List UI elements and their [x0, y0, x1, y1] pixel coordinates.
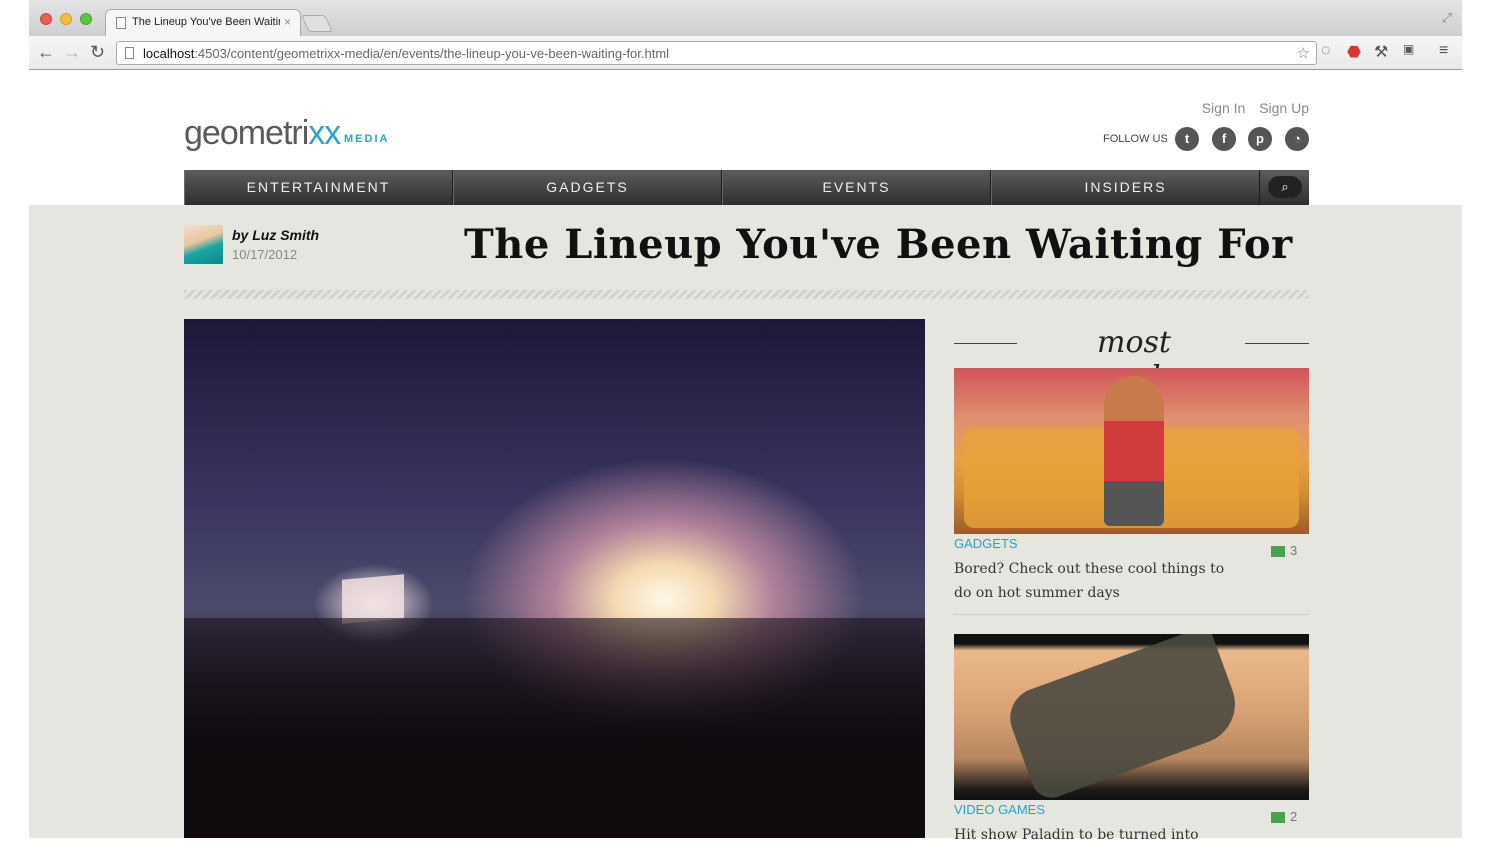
web-page: geometrixx MEDIA Sign In Sign Up FOLLOW … [29, 70, 1462, 843]
address-bar[interactable]: localhost:4503/content/geometrixx-media/… [116, 41, 1317, 65]
tab-title: The Lineup You've Been Waiting For [132, 16, 280, 28]
site-header: geometrixx MEDIA Sign In Sign Up FOLLOW … [29, 70, 1462, 205]
close-window-button[interactable] [40, 13, 52, 25]
article-area: by Luz Smith 10/17/2012 The Lineup You'v… [29, 205, 1462, 843]
nav-item-gadgets[interactable]: GADGETS [453, 170, 722, 205]
card-separator [954, 614, 1309, 615]
author-byline[interactable]: by Luz Smith [232, 227, 319, 243]
hatched-divider [184, 290, 1309, 299]
fullscreen-icon[interactable]: ⤢ [1442, 10, 1452, 26]
logo-subtitle: MEDIA [344, 133, 390, 145]
stage-screen [342, 574, 404, 624]
menu-icon[interactable]: ≡ [1439, 42, 1448, 60]
new-tab-button[interactable] [301, 15, 333, 32]
browser-window: The Lineup You've Been Waiting For × ⤢ ←… [29, 0, 1462, 843]
card-title[interactable]: Bored? Check out these cool things to do… [954, 557, 1239, 605]
zoom-window-button[interactable] [80, 13, 92, 25]
nav-item-events[interactable]: EVENTS [722, 170, 991, 205]
pinterest-icon[interactable]: p [1248, 127, 1272, 151]
heading-rule-right [1245, 343, 1309, 344]
adblock-icon[interactable]: ⬣ [1347, 42, 1361, 62]
card-title[interactable]: Hit show Paladin to be turned into [954, 823, 1239, 847]
crowd-silhouette [184, 618, 925, 838]
site-logo[interactable]: geometrixx [184, 114, 341, 153]
card-image-gadgets[interactable] [954, 368, 1309, 534]
reload-icon[interactable]: ↻ [90, 41, 105, 63]
linkedin-icon[interactable]: ▣ [1403, 42, 1414, 56]
sign-in-link[interactable]: Sign In [1202, 100, 1246, 116]
auth-links: Sign In Sign Up [1192, 100, 1309, 116]
rss-icon[interactable]: ◔ [1285, 127, 1309, 151]
follow-us-label: FOLLOW US [1103, 133, 1168, 145]
twitter-icon[interactable]: t [1175, 127, 1199, 151]
comment-icon [1271, 546, 1285, 558]
nav-item-entertainment[interactable]: ENTERTAINMENT [184, 170, 453, 205]
page-icon [125, 47, 134, 59]
browser-tab[interactable]: The Lineup You've Been Waiting For × [105, 9, 301, 36]
card-image-video-games[interactable] [954, 634, 1309, 800]
nav-item-insiders[interactable]: INSIDERS [991, 170, 1260, 205]
article-title: The Lineup You've Been Waiting For [464, 221, 1293, 268]
extension-icon[interactable]: ◌ [1321, 42, 1331, 60]
wrench-icon[interactable]: ⚒ [1374, 42, 1388, 62]
hero-image [184, 319, 925, 838]
article-date: 10/17/2012 [232, 247, 298, 262]
spaceship-illustration [1001, 634, 1247, 800]
card-category[interactable]: GADGETS [954, 536, 1018, 551]
comment-count[interactable]: 3 [1271, 543, 1297, 558]
bookmark-star-icon[interactable]: ☆ [1297, 44, 1310, 62]
search-icon[interactable]: ⌕ [1268, 176, 1302, 198]
girl-illustration [1104, 376, 1164, 526]
main-nav: ENTERTAINMENT GADGETS EVENTS INSIDERS ⌕ [184, 170, 1309, 205]
facebook-icon[interactable]: f [1212, 127, 1236, 151]
minimize-window-button[interactable] [60, 13, 72, 25]
sign-up-link[interactable]: Sign Up [1259, 100, 1309, 116]
url-text: localhost:4503/content/geometrixx-media/… [143, 46, 670, 61]
forward-icon[interactable]: → [63, 41, 81, 63]
tab-close-icon[interactable]: × [284, 15, 291, 29]
card-category[interactable]: VIDEO GAMES [954, 802, 1045, 817]
back-icon[interactable]: ← [37, 41, 55, 63]
page-icon [116, 17, 126, 29]
tab-bar: The Lineup You've Been Waiting For × ⤢ [29, 0, 1462, 36]
nav-search: ⌕ [1260, 170, 1309, 205]
browser-toolbar: ← → ↻ localhost:4503/content/geometrixx-… [29, 36, 1462, 70]
comment-icon [1271, 812, 1285, 824]
author-avatar[interactable] [184, 225, 223, 264]
comment-count[interactable]: 2 [1271, 809, 1297, 824]
heading-rule-left [954, 343, 1017, 344]
